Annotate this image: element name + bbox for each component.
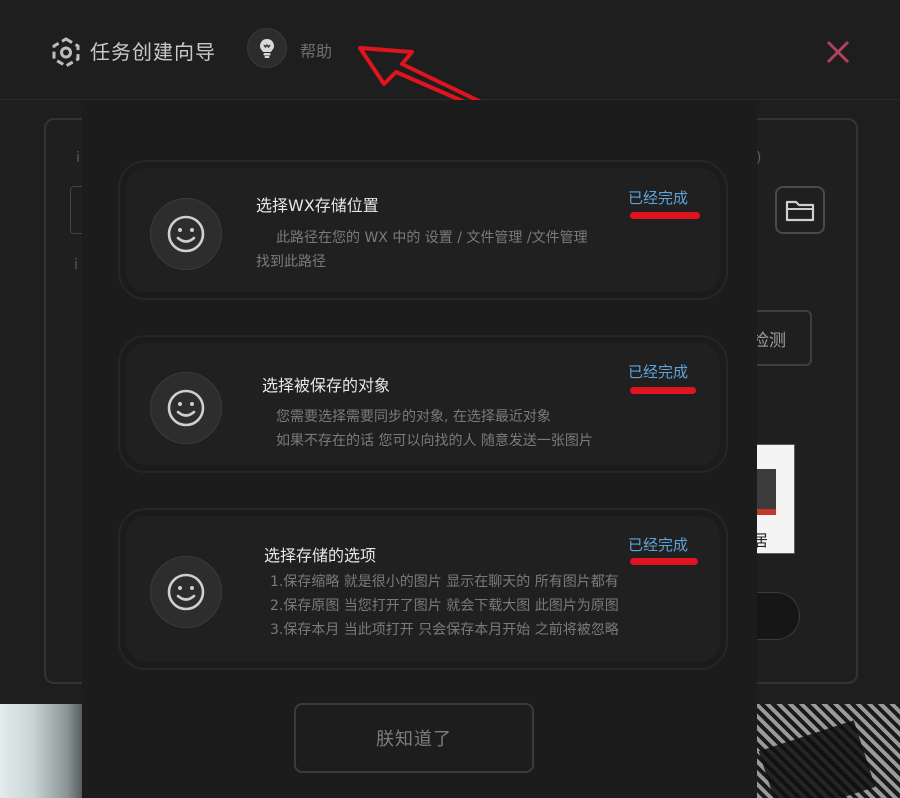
step-description: 1.保存缩略 就是很小的图片 显示在聊天的 所有图片都有 2.保存原图 当您打开…: [270, 574, 619, 638]
step-card: 选择WX存储位置 此路径在您的 WX 中的 设置 / 文件管理 /文件管理 找到…: [118, 160, 728, 300]
acknowledge-button[interactable]: 朕知道了: [294, 703, 534, 773]
app-title: 任务创建向导: [90, 40, 216, 64]
step-description: 此路径在您的 WX 中的 设置 / 文件管理 /文件管理 找到此路径: [256, 230, 588, 270]
background-photo: [757, 704, 900, 798]
logo-cube-icon: [52, 37, 80, 68]
step-title: 选择存储的选项: [264, 546, 377, 565]
annotation-underline: [630, 558, 698, 565]
step-status: 已经完成: [628, 536, 689, 554]
folder-icon: [785, 200, 815, 222]
step-status: 已经完成: [628, 363, 689, 381]
background-text: i: [74, 257, 78, 273]
close-icon[interactable]: [824, 38, 852, 66]
smiley-icon: [150, 556, 222, 628]
background-photo: [0, 704, 84, 798]
step-card: 选择存储的选项 1.保存缩略 就是很小的图片 显示在聊天的 所有图片都有 2.保…: [118, 508, 728, 670]
help-link[interactable]: 帮助: [300, 38, 332, 62]
step-title: 选择WX存储位置: [256, 196, 379, 215]
annotation-underline: [630, 387, 696, 394]
step-description: 您需要选择需要同步的对象, 在选择最近对象 如果不存在的话 您可以向找的人 随意…: [276, 409, 593, 449]
step-title: 选择被保存的对象: [262, 376, 391, 395]
smiley-icon: [150, 372, 222, 444]
lightbulb-icon[interactable]: [247, 28, 287, 68]
folder-button[interactable]: [775, 186, 825, 234]
step-status: 已经完成: [628, 189, 689, 207]
step-card: 选择被保存的对象 您需要选择需要同步的对象, 在选择最近对象 如果不存在的话 您…: [118, 335, 728, 473]
annotation-underline: [630, 212, 700, 219]
background-text: i: [76, 150, 80, 166]
smiley-icon: [150, 198, 222, 270]
